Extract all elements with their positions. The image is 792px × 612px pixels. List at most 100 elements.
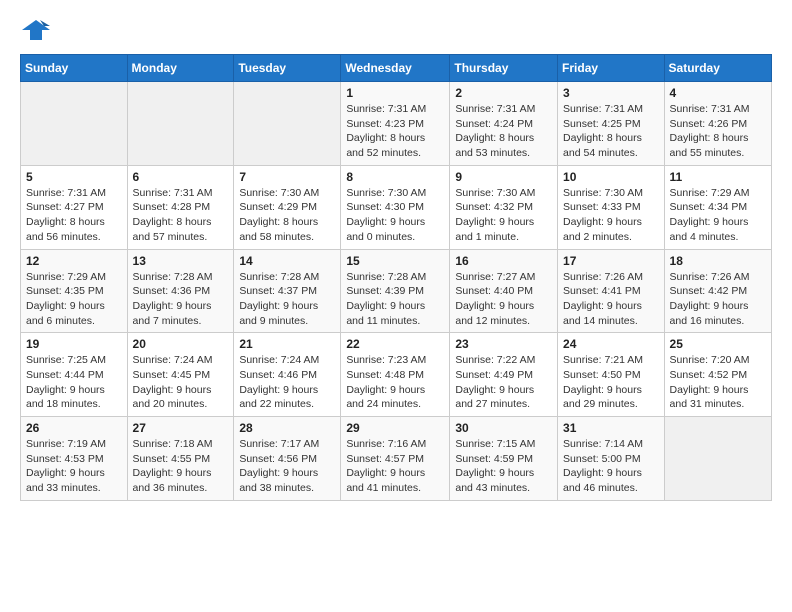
day-number: 7 [239,170,335,184]
calendar-cell: 25 Sunrise: 7:20 AMSunset: 4:52 PMDayligh… [664,333,771,417]
day-number: 2 [455,86,552,100]
calendar-week-row: 19Sunrise: 7:25 AMSunset: 4:44 PMDayligh… [21,333,772,417]
calendar-cell: 16 Sunrise: 7:27 AMSunset: 4:40 PMDayligh… [450,249,558,333]
weekday-header-row: SundayMondayTuesdayWednesdayThursdayFrid… [21,55,772,82]
day-number: 14 [239,254,335,268]
day-number: 9 [455,170,552,184]
day-info: Sunrise: 7:29 AMSunset: 4:35 PMDaylight:… [26,270,122,329]
day-number: 24 [563,337,659,351]
day-number: 30 [455,421,552,435]
calendar-cell: 21 Sunrise: 7:24 AMSunset: 4:46 PMDayligh… [234,333,341,417]
calendar-cell: 30 Sunrise: 7:15 AMSunset: 4:59 PMDayligh… [450,417,558,501]
day-info: Sunrise: 7:17 AMSunset: 4:56 PMDaylight:… [239,437,335,496]
day-number: 18 [670,254,766,268]
day-number: 13 [133,254,229,268]
calendar-cell: 15 Sunrise: 7:28 AMSunset: 4:39 PMDayligh… [341,249,450,333]
day-info: Sunrise: 7:30 AMSunset: 4:30 PMDaylight:… [346,186,444,245]
day-number: 4 [670,86,766,100]
calendar-cell: 5 Sunrise: 7:31 AMSunset: 4:27 PMDaylight… [21,165,128,249]
day-number: 20 [133,337,229,351]
day-number: 22 [346,337,444,351]
day-number: 8 [346,170,444,184]
calendar-cell: 18Sunrise: 7:26 AMSunset: 4:42 PMDayligh… [664,249,771,333]
calendar-cell: 20 Sunrise: 7:24 AMSunset: 4:45 PMDayligh… [127,333,234,417]
calendar-cell: 24 Sunrise: 7:21 AMSunset: 4:50 PMDayligh… [558,333,665,417]
calendar-cell: 1 Sunrise: 7:31 AMSunset: 4:23 PMDaylight… [341,82,450,166]
weekday-header-tuesday: Tuesday [234,55,341,82]
day-info: Sunrise: 7:31 AMSunset: 4:25 PMDaylight:… [563,102,659,161]
day-info: Sunrise: 7:21 AMSunset: 4:50 PMDaylight:… [563,353,659,412]
day-number: 25 [670,337,766,351]
day-number: 16 [455,254,552,268]
day-number: 31 [563,421,659,435]
calendar-week-row: 1 Sunrise: 7:31 AMSunset: 4:23 PMDaylight… [21,82,772,166]
calendar-cell: 6 Sunrise: 7:31 AMSunset: 4:28 PMDaylight… [127,165,234,249]
calendar-cell: 17Sunrise: 7:26 AMSunset: 4:41 PMDayligh… [558,249,665,333]
day-info: Sunrise: 7:30 AMSunset: 4:33 PMDaylight:… [563,186,659,245]
day-info: Sunrise: 7:23 AMSunset: 4:48 PMDaylight:… [346,353,444,412]
weekday-header-monday: Monday [127,55,234,82]
day-number: 27 [133,421,229,435]
weekday-header-friday: Friday [558,55,665,82]
calendar-cell: 2 Sunrise: 7:31 AMSunset: 4:24 PMDaylight… [450,82,558,166]
day-info: Sunrise: 7:19 AMSunset: 4:53 PMDaylight:… [26,437,122,496]
day-number: 3 [563,86,659,100]
weekday-header-thursday: Thursday [450,55,558,82]
calendar-week-row: 5 Sunrise: 7:31 AMSunset: 4:27 PMDaylight… [21,165,772,249]
calendar-cell: 28Sunrise: 7:17 AMSunset: 4:56 PMDayligh… [234,417,341,501]
calendar-cell: 4 Sunrise: 7:31 AMSunset: 4:26 PMDaylight… [664,82,771,166]
day-info: Sunrise: 7:15 AMSunset: 4:59 PMDaylight:… [455,437,552,496]
day-info: Sunrise: 7:28 AMSunset: 4:39 PMDaylight:… [346,270,444,329]
calendar-cell: 9 Sunrise: 7:30 AMSunset: 4:32 PMDaylight… [450,165,558,249]
calendar-cell: 8 Sunrise: 7:30 AMSunset: 4:30 PMDaylight… [341,165,450,249]
day-number: 12 [26,254,122,268]
day-info: Sunrise: 7:30 AMSunset: 4:32 PMDaylight:… [455,186,552,245]
weekday-header-sunday: Sunday [21,55,128,82]
calendar-cell: 7 Sunrise: 7:30 AMSunset: 4:29 PMDaylight… [234,165,341,249]
day-number: 5 [26,170,122,184]
day-info: Sunrise: 7:16 AMSunset: 4:57 PMDaylight:… [346,437,444,496]
day-info: Sunrise: 7:27 AMSunset: 4:40 PMDaylight:… [455,270,552,329]
day-info: Sunrise: 7:31 AMSunset: 4:27 PMDaylight:… [26,186,122,245]
calendar-cell [21,82,128,166]
day-info: Sunrise: 7:31 AMSunset: 4:24 PMDaylight:… [455,102,552,161]
calendar-cell: 10 Sunrise: 7:30 AMSunset: 4:33 PMDayligh… [558,165,665,249]
day-info: Sunrise: 7:31 AMSunset: 4:23 PMDaylight:… [346,102,444,161]
day-info: Sunrise: 7:18 AMSunset: 4:55 PMDaylight:… [133,437,229,496]
calendar-cell [664,417,771,501]
day-info: Sunrise: 7:28 AMSunset: 4:37 PMDaylight:… [239,270,335,329]
calendar-cell: 29 Sunrise: 7:16 AMSunset: 4:57 PMDayligh… [341,417,450,501]
day-info: Sunrise: 7:20 AMSunset: 4:52 PMDaylight:… [670,353,766,412]
day-number: 10 [563,170,659,184]
day-number: 26 [26,421,122,435]
day-number: 6 [133,170,229,184]
day-info: Sunrise: 7:22 AMSunset: 4:49 PMDaylight:… [455,353,552,412]
header [20,16,772,44]
calendar-week-row: 26 Sunrise: 7:19 AMSunset: 4:53 PMDayligh… [21,417,772,501]
day-number: 21 [239,337,335,351]
calendar-cell: 14 Sunrise: 7:28 AMSunset: 4:37 PMDayligh… [234,249,341,333]
weekday-header-wednesday: Wednesday [341,55,450,82]
day-number: 11 [670,170,766,184]
calendar-cell [234,82,341,166]
calendar-cell: 3 Sunrise: 7:31 AMSunset: 4:25 PMDaylight… [558,82,665,166]
logo-bird-icon [22,16,50,44]
day-info: Sunrise: 7:31 AMSunset: 4:28 PMDaylight:… [133,186,229,245]
day-info: Sunrise: 7:14 AMSunset: 5:00 PMDaylight:… [563,437,659,496]
day-info: Sunrise: 7:28 AMSunset: 4:36 PMDaylight:… [133,270,229,329]
day-number: 15 [346,254,444,268]
day-number: 23 [455,337,552,351]
calendar-cell: 11Sunrise: 7:29 AMSunset: 4:34 PMDayligh… [664,165,771,249]
day-info: Sunrise: 7:24 AMSunset: 4:45 PMDaylight:… [133,353,229,412]
day-info: Sunrise: 7:25 AMSunset: 4:44 PMDaylight:… [26,353,122,412]
day-number: 1 [346,86,444,100]
calendar-cell: 31 Sunrise: 7:14 AMSunset: 5:00 PMDayligh… [558,417,665,501]
day-info: Sunrise: 7:24 AMSunset: 4:46 PMDaylight:… [239,353,335,412]
day-info: Sunrise: 7:31 AMSunset: 4:26 PMDaylight:… [670,102,766,161]
day-info: Sunrise: 7:30 AMSunset: 4:29 PMDaylight:… [239,186,335,245]
calendar-cell: 13 Sunrise: 7:28 AMSunset: 4:36 PMDayligh… [127,249,234,333]
calendar-cell [127,82,234,166]
calendar-cell: 12 Sunrise: 7:29 AMSunset: 4:35 PMDayligh… [21,249,128,333]
calendar-cell: 27 Sunrise: 7:18 AMSunset: 4:55 PMDayligh… [127,417,234,501]
day-number: 29 [346,421,444,435]
